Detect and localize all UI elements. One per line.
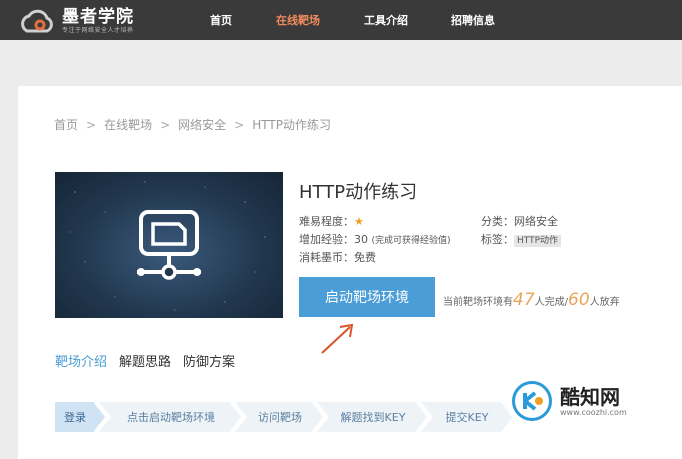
step-find-key: 解题找到KEY [340, 411, 406, 424]
step-start-range: 点击启动靶场环境 [127, 411, 215, 424]
cloud-logo-icon [21, 9, 53, 33]
difficulty-label: 难易程度： [299, 215, 354, 228]
step-visit-range: 访问靶场 [258, 411, 302, 424]
server-network-icon [137, 210, 201, 280]
experience-label: 增加经验：30 [299, 233, 368, 246]
tag-row: 标签： HTTP动作 [481, 231, 562, 247]
breadcrumb-current: HTTP动作练习 [252, 118, 331, 132]
cost-label: 消耗墨币：免费 [299, 251, 376, 264]
range-banner-image [55, 172, 283, 318]
watermark-url: www.coozhi.com [560, 407, 627, 417]
experience-row: 增加经验：30 (完成可获得经验值) [299, 231, 451, 247]
difficulty-row: 难易程度：★ [299, 213, 364, 229]
breadcrumb-home[interactable]: 首页 [54, 118, 78, 132]
breadcrumb-network-security[interactable]: 网络安全 [178, 118, 226, 132]
logo-subtitle: 专注于网络安全人才培养 [62, 26, 134, 34]
tab-defense-plan[interactable]: 防御方案 [183, 351, 235, 370]
tag-label: 标签： [481, 233, 514, 246]
experience-note: (完成可获得经验值) [371, 236, 451, 246]
breadcrumb-separator: > [160, 118, 171, 132]
breadcrumb-separator: > [234, 118, 245, 132]
nav-home[interactable]: 首页 [210, 12, 232, 28]
nav-jobs[interactable]: 招聘信息 [451, 12, 495, 28]
breadcrumb: 首页 > 在线靶场 > 网络安全 > HTTP动作练习 [54, 116, 339, 133]
difficulty-star-icon: ★ [354, 215, 364, 228]
stats-mid: 人完成/ [534, 297, 569, 308]
top-nav-bar: 墨者学院 专注于网络安全人才培养 首页 在线靶场 工具介绍 招聘信息 [0, 0, 682, 40]
watermark-title: 酷知网 [560, 384, 620, 409]
tab-solution-ideas[interactable]: 解题思路 [119, 351, 171, 370]
breadcrumb-separator: > [86, 118, 97, 132]
category-label: 分类：网络安全 [481, 215, 558, 228]
site-logo[interactable]: 墨者学院 专注于网络安全人才培养 [18, 4, 134, 38]
nav-online-range[interactable]: 在线靶场 [276, 12, 320, 28]
coozhi-watermark: 酷知网 www.coozhi.com [506, 375, 666, 427]
nav-tools[interactable]: 工具介绍 [364, 12, 408, 28]
pointer-arrow-icon [321, 323, 354, 354]
stats-prefix: 当前靶场环境有 [443, 297, 513, 308]
tab-range-intro[interactable]: 靶场介绍 [55, 351, 107, 370]
start-range-button[interactable]: 启动靶场环境 [299, 277, 435, 317]
logo-title: 墨者学院 [62, 6, 134, 27]
tag-badge[interactable]: HTTP动作 [514, 235, 562, 247]
abandoned-count: 60 [568, 290, 590, 310]
step-login: 登录 [64, 411, 86, 424]
stats-suffix: 人放弃 [589, 297, 620, 308]
content-tabs: 靶场介绍 解题思路 防御方案 [55, 351, 247, 370]
range-title: HTTP动作练习 [299, 182, 418, 203]
completed-count: 47 [513, 290, 535, 310]
step-submit-key: 提交KEY [445, 411, 489, 424]
range-stats: 当前靶场环境有47人完成/60人放弃 [443, 290, 620, 310]
coozhi-logo-icon [512, 381, 552, 421]
breadcrumb-online-range[interactable]: 在线靶场 [104, 118, 152, 132]
